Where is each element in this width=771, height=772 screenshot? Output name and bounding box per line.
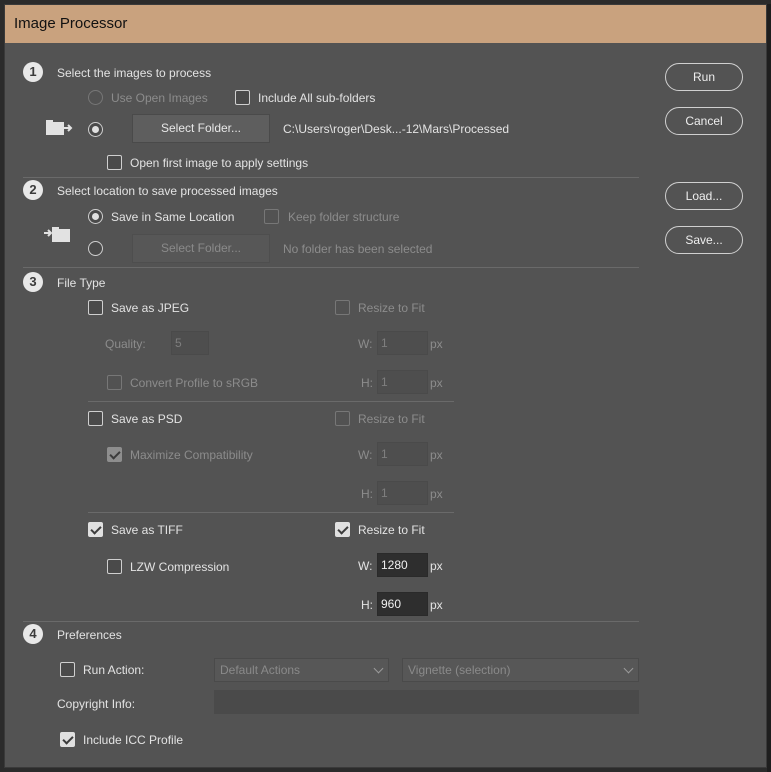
chevron-down-icon [373, 663, 384, 674]
keep-folder-structure-checkbox[interactable] [264, 209, 279, 224]
convert-profile-checkbox[interactable] [107, 375, 122, 390]
save-same-location-radio[interactable] [88, 209, 103, 224]
psd-resize-label: Resize to Fit [358, 412, 425, 426]
save-same-location-label: Save in Same Location [111, 210, 235, 224]
section-4-number: 4 [23, 624, 43, 644]
select-destination-folder-button[interactable]: Select Folder... [132, 234, 270, 263]
filetype-divider [88, 401, 454, 402]
save-as-tiff-label: Save as TIFF [111, 523, 183, 537]
section-divider [23, 177, 639, 178]
action-set-value: Default Actions [220, 663, 301, 677]
keep-folder-structure-label: Keep folder structure [288, 210, 400, 224]
action-value: Vignette (selection) [408, 663, 511, 677]
save-as-psd-checkbox[interactable] [88, 411, 103, 426]
copyright-input[interactable] [214, 690, 639, 714]
cancel-button[interactable]: Cancel [665, 107, 743, 135]
save-as-psd-label: Save as PSD [111, 412, 183, 426]
tiff-width-unit: px [430, 559, 443, 573]
tiff-height-input[interactable]: 960 [377, 592, 428, 616]
use-open-images-label: Use Open Images [111, 91, 208, 105]
jpeg-height-label: H: [361, 376, 373, 390]
tiff-height-label: H: [361, 598, 373, 612]
image-processor-dialog: Image Processor Run Cancel Load... Save.… [4, 4, 767, 768]
psd-width-label: W: [358, 448, 373, 462]
run-action-label: Run Action: [83, 663, 145, 677]
jpeg-height-input[interactable]: 1 [377, 370, 428, 394]
destination-folder-path: No folder has been selected [283, 242, 433, 256]
chevron-down-icon [623, 663, 634, 674]
maximize-compatibility-checkbox[interactable] [107, 447, 122, 462]
save-as-jpeg-label: Save as JPEG [111, 301, 190, 315]
jpeg-quality-label: Quality: [105, 337, 146, 351]
psd-width-input[interactable]: 1 [377, 442, 428, 466]
open-first-image-label: Open first image to apply settings [130, 156, 309, 170]
use-open-images-radio[interactable] [88, 90, 103, 105]
source-folder-path: C:\Users\roger\Desk...-12\Mars\Processed [283, 122, 510, 136]
include-icc-label: Include ICC Profile [83, 733, 184, 747]
include-subfolders-label: Include All sub-folders [258, 91, 376, 105]
destination-folder-icon [44, 227, 70, 242]
jpeg-resize-checkbox[interactable] [335, 300, 350, 315]
section-2-title: Select location to save processed images [57, 184, 278, 198]
maximize-compatibility-label: Maximize Compatibility [130, 448, 253, 462]
select-folder-radio[interactable] [88, 122, 103, 137]
tiff-width-label: W: [358, 559, 373, 573]
psd-height-label: H: [361, 487, 373, 501]
load-button[interactable]: Load... [665, 182, 743, 210]
psd-width-unit: px [430, 448, 443, 462]
include-subfolders-checkbox[interactable] [235, 90, 250, 105]
tiff-width-input[interactable]: 1280 [377, 553, 428, 577]
section-3-number: 3 [23, 272, 43, 292]
save-as-jpeg-checkbox[interactable] [88, 300, 103, 315]
filetype-divider [88, 512, 454, 513]
psd-resize-checkbox[interactable] [335, 411, 350, 426]
section-1-number: 1 [23, 62, 43, 82]
convert-profile-label: Convert Profile to sRGB [130, 376, 259, 390]
tiff-resize-label: Resize to Fit [358, 523, 425, 537]
section-3-title: File Type [57, 276, 106, 290]
save-button[interactable]: Save... [665, 226, 743, 254]
jpeg-quality-input[interactable]: 5 [171, 331, 209, 355]
save-as-tiff-checkbox[interactable] [88, 522, 103, 537]
action-set-select[interactable]: Default Actions [214, 658, 389, 682]
psd-height-unit: px [430, 487, 443, 501]
tiff-height-unit: px [430, 598, 443, 612]
action-select[interactable]: Vignette (selection) [402, 658, 639, 682]
jpeg-height-unit: px [430, 376, 443, 390]
jpeg-resize-label: Resize to Fit [358, 301, 425, 315]
jpeg-width-unit: px [430, 337, 443, 351]
lzw-compression-checkbox[interactable] [107, 559, 122, 574]
tiff-resize-checkbox[interactable] [335, 522, 350, 537]
section-divider [23, 621, 639, 622]
copyright-label: Copyright Info: [57, 697, 136, 711]
select-source-folder-button[interactable]: Select Folder... [132, 114, 270, 143]
dialog-title: Image Processor [5, 5, 766, 43]
folder-arrow-icon [46, 120, 73, 135]
include-icc-checkbox[interactable] [60, 732, 75, 747]
select-destination-radio[interactable] [88, 241, 103, 256]
section-1-title: Select the images to process [57, 66, 212, 80]
window-edge [767, 4, 771, 772]
section-divider [23, 267, 639, 268]
lzw-compression-label: LZW Compression [130, 560, 230, 574]
jpeg-width-input[interactable]: 1 [377, 331, 428, 355]
open-first-image-checkbox[interactable] [107, 155, 122, 170]
run-button[interactable]: Run [665, 63, 743, 91]
run-action-checkbox[interactable] [60, 662, 75, 677]
psd-height-input[interactable]: 1 [377, 481, 428, 505]
jpeg-width-label: W: [358, 337, 373, 351]
section-2-number: 2 [23, 180, 43, 200]
section-4-title: Preferences [57, 628, 122, 642]
